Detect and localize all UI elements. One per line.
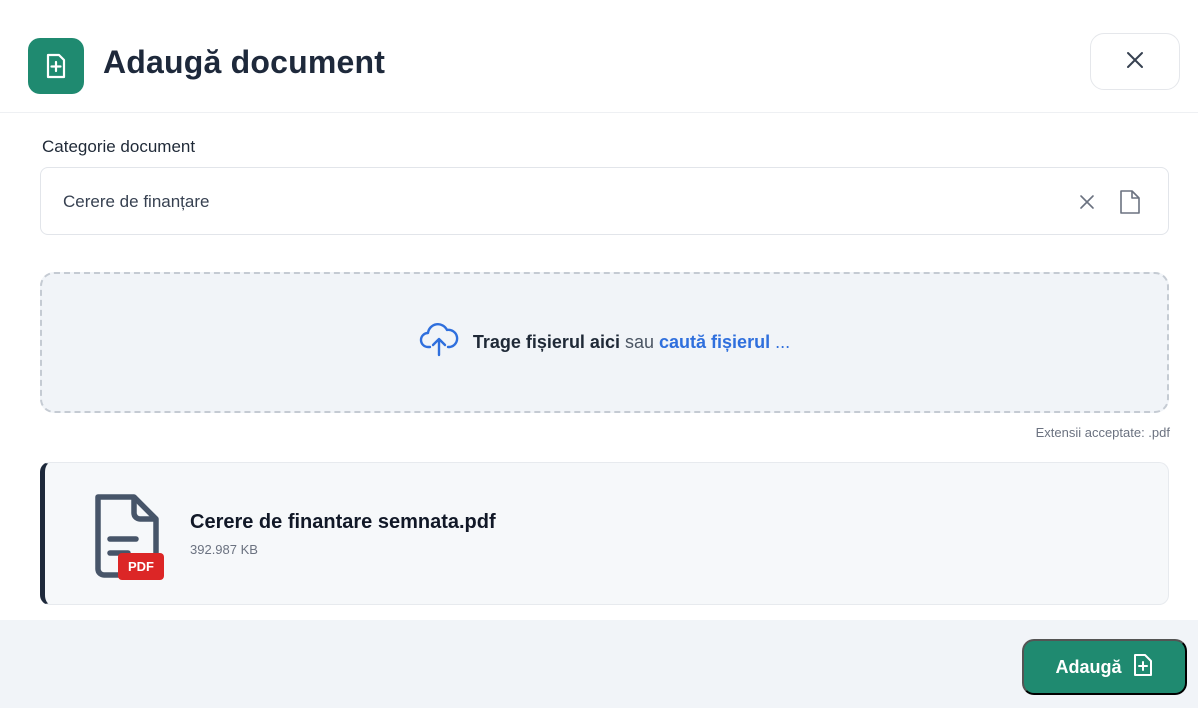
category-select-value: Cerere de finanțare: [63, 192, 210, 211]
add-button-label: Adaugă: [1055, 656, 1122, 677]
pdf-badge: PDF: [118, 553, 164, 580]
file-dropzone[interactable]: Trage fișierul aici sau caută fișierul .…: [40, 272, 1169, 413]
dialog-footer: Adaugă: [0, 620, 1198, 708]
file-size: 392.987 KB: [190, 542, 258, 557]
accepted-extensions-note: Extensii acceptate: .pdf: [1035, 425, 1170, 440]
clear-icon[interactable]: [1073, 188, 1101, 216]
category-field-label: Categorie document: [42, 137, 196, 156]
file-plus-icon: [28, 38, 84, 94]
dropzone-instruction: Trage fișierul aici: [472, 332, 620, 352]
category-select[interactable]: Cerere de finanțare: [40, 167, 1169, 235]
dialog-title: Adaugă document: [103, 44, 386, 80]
uploaded-file-card: PDF Cerere de finantare semnata.pdf 392.…: [40, 462, 1169, 605]
dialog-header: Adaugă document: [0, 0, 1198, 113]
dropzone-ellipsis: ...: [775, 332, 791, 352]
close-button[interactable]: [1090, 33, 1180, 90]
file-name: Cerere de finantare semnata.pdf: [190, 511, 496, 533]
add-button[interactable]: Adaugă: [1022, 639, 1187, 695]
cloud-upload-icon: [419, 322, 459, 363]
close-icon: [1125, 50, 1145, 73]
browse-file-link[interactable]: caută fișierul: [659, 332, 770, 352]
document-icon: [1115, 185, 1145, 219]
dropzone-or-text: sau: [624, 332, 655, 352]
dropzone-content: Trage fișierul aici sau caută fișierul .…: [419, 322, 790, 363]
file-plus-icon: [1132, 653, 1154, 682]
add-document-dialog: Adaugă document Categorie document Cerer…: [0, 0, 1198, 708]
